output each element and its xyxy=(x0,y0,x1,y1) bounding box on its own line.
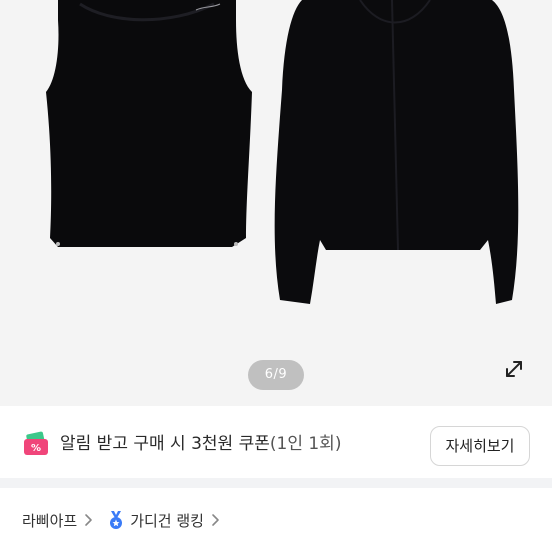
product-photo xyxy=(46,0,519,304)
breadcrumb-ranking-label: 가디건 랭킹 xyxy=(130,511,204,530)
coupon-banner: % 알림 받고 구매 시 3천원 쿠폰(1인 1회) 자세히보기 xyxy=(0,406,552,478)
section-divider xyxy=(0,478,552,488)
medal-icon xyxy=(110,511,123,529)
coupon-message: 알림 받고 구매 시 3천원 쿠폰(1인 1회) xyxy=(60,430,341,458)
coupon-ticket-icon: % xyxy=(24,431,48,455)
chevron-right-icon xyxy=(85,514,93,526)
breadcrumb-ranking-link[interactable]: 가디건 랭킹 xyxy=(107,510,220,531)
chevron-right-icon xyxy=(212,514,219,526)
coupon-detail-button[interactable]: 자세히보기 xyxy=(430,426,530,466)
image-page-indicator: 6/9 xyxy=(248,360,304,390)
coupon-message-limit: (1인 1회) xyxy=(269,434,342,454)
breadcrumb-shop-link[interactable]: 라삐아프 xyxy=(22,510,93,531)
breadcrumb-shop-label: 라삐아프 xyxy=(22,511,78,530)
expand-diagonal-icon xyxy=(506,361,522,377)
breadcrumb: 라삐아프 가디건 랭킹 xyxy=(0,488,552,552)
coupon-message-main: 알림 받고 구매 시 3천원 쿠폰 xyxy=(60,434,270,454)
expand-image-button[interactable] xyxy=(498,353,530,385)
svg-text:%: % xyxy=(31,443,41,454)
product-image-gallery[interactable]: 6/9 xyxy=(0,0,552,406)
